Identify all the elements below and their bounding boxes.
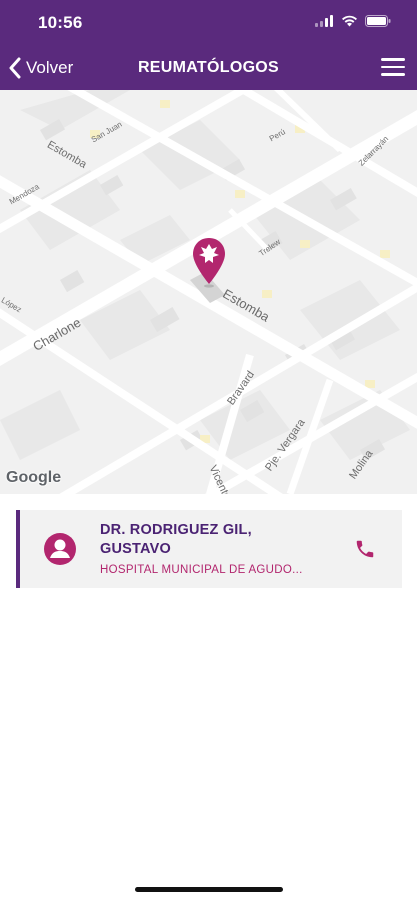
signal-icon bbox=[315, 15, 333, 27]
doctor-hospital: HOSPITAL MUNICIPAL DE AGUDO... bbox=[100, 564, 303, 576]
nav-bar: Volver REUMATÓLOGOS bbox=[0, 46, 417, 90]
status-bar: 10:56 bbox=[0, 0, 417, 46]
map-pin-icon[interactable] bbox=[191, 236, 227, 290]
battery-icon bbox=[365, 15, 391, 27]
status-icons bbox=[315, 15, 391, 27]
person-icon bbox=[44, 533, 76, 565]
wifi-icon bbox=[342, 15, 357, 27]
page-title: REUMATÓLOGOS bbox=[137, 59, 280, 76]
map-view[interactable]: San Juan Estomba Mendoza Perú Zelarrayán… bbox=[0, 90, 417, 494]
phone-icon[interactable] bbox=[354, 538, 376, 560]
hamburger-menu-icon[interactable] bbox=[381, 58, 405, 78]
doctor-card[interactable]: DR. RODRIGUEZ GIL, GUSTAVO HOSPITAL MUNI… bbox=[16, 510, 402, 588]
status-time: 10:56 bbox=[38, 13, 83, 32]
home-indicator[interactable] bbox=[135, 887, 283, 892]
doctor-name: DR. RODRIGUEZ GIL, GUSTAVO bbox=[100, 522, 252, 557]
google-logo: Google bbox=[6, 469, 62, 486]
